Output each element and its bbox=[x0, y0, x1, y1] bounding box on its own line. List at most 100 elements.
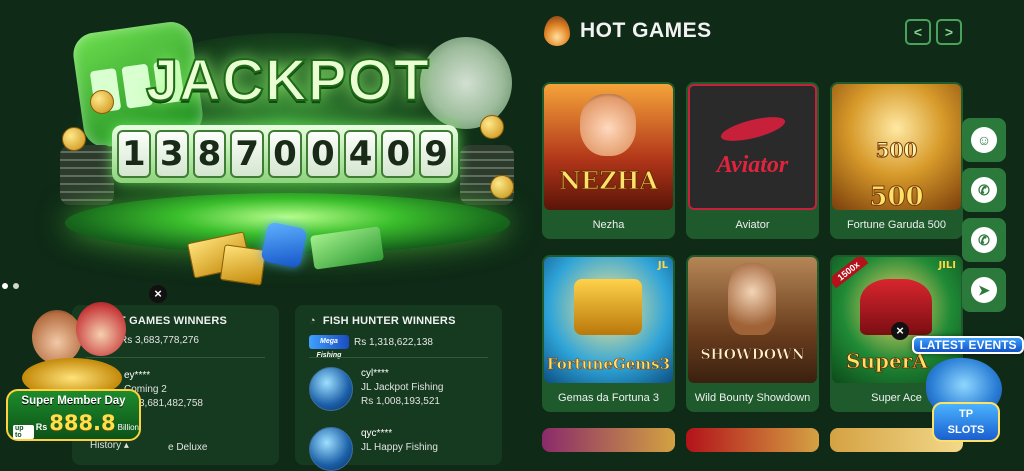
panel-total: Rs 3,683,778,276 bbox=[120, 335, 199, 346]
winner-name: cyl**** bbox=[361, 368, 389, 379]
game-card-fortune-garuda[interactable]: 500 500 Fortune Garuda 500 bbox=[830, 82, 963, 239]
game-card[interactable] bbox=[542, 428, 675, 452]
whatsapp-button[interactable]: ✆ bbox=[962, 218, 1006, 262]
jackpot-digit: 1 bbox=[117, 130, 151, 178]
jackpot-banner[interactable]: JACKPOT 1 3 8 7 0 0 4 0 9 bbox=[50, 15, 520, 286]
dice-icon bbox=[260, 221, 308, 269]
multiplier-badge: 1500x bbox=[832, 257, 869, 289]
game-name: Gemas da Fortuna 3 bbox=[558, 392, 659, 404]
total-amount: Rs 3,683,778,276 bbox=[120, 335, 199, 346]
game-thumbnail: 500 500 bbox=[832, 84, 961, 210]
fish-icon: ◔ bbox=[309, 315, 316, 327]
winner-name: qyc**** bbox=[361, 428, 393, 439]
jackpot-counter: 1 3 8 7 0 0 4 0 9 bbox=[112, 125, 458, 183]
promo-title: Super Member Day bbox=[21, 395, 126, 407]
thumb-title: SHOWDOWN bbox=[700, 347, 805, 364]
winner-game: JL Happy Fishing bbox=[361, 442, 438, 453]
promo-amount-line: up to Rs 888.8 Billion bbox=[13, 411, 139, 439]
support-icon: ☺ bbox=[971, 127, 997, 153]
game-card-wild-bounty[interactable]: SHOWDOWN Wild Bounty Showdown bbox=[686, 255, 819, 412]
history-link[interactable]: History ▴ bbox=[90, 440, 129, 451]
whatsapp-icon: ✆ bbox=[971, 177, 997, 203]
carousel-dot[interactable] bbox=[2, 283, 8, 289]
promo-unit: Billion bbox=[117, 423, 139, 432]
game-name: Fortune Garuda 500 bbox=[846, 219, 947, 231]
promo-currency: Rs bbox=[35, 422, 48, 432]
promo-upto: up to bbox=[13, 425, 34, 439]
tp-slots-logo: TP SLOTS bbox=[932, 402, 1000, 442]
game-thumbnail: Aviator bbox=[688, 84, 817, 210]
thumb-title: FortuneGems3 bbox=[546, 355, 671, 374]
winner-game: JL Jackpot Fishing bbox=[361, 382, 444, 393]
winner-text: cyl**** JL Jackpot Fishing Rs 1,008,193,… bbox=[361, 367, 443, 409]
jackpot-digit: 0 bbox=[381, 130, 416, 178]
super-member-day-badge[interactable]: Super Member Day up to Rs 888.8 Billion bbox=[6, 389, 141, 441]
carousel-prev-button[interactable]: < bbox=[905, 19, 931, 45]
winner-row: qyc**** JL Happy Fishing bbox=[309, 427, 438, 471]
game-thumbnail: NEZHA bbox=[544, 84, 673, 210]
telegram-icon: ➤ bbox=[971, 277, 997, 303]
game-name: Wild Bounty Showdown bbox=[694, 392, 811, 404]
jackpot-digit: 0 bbox=[305, 130, 340, 178]
game-card-aviator[interactable]: Aviator Aviator bbox=[686, 82, 819, 239]
game-name: Nezha bbox=[592, 219, 625, 231]
treasure-chest-icon bbox=[574, 279, 642, 335]
coin-icon bbox=[480, 115, 504, 139]
character-image bbox=[32, 310, 82, 364]
history-label: History bbox=[90, 440, 122, 451]
game-avatar bbox=[309, 367, 353, 411]
winner-row: cyl**** JL Jackpot Fishing Rs 1,008,193,… bbox=[309, 367, 443, 411]
game-card-gemas-da-fortuna[interactable]: JL FortuneGems3 Gemas da Fortuna 3 bbox=[542, 255, 675, 412]
events-close-button[interactable]: × bbox=[891, 322, 909, 340]
winner-text: qyc**** JL Happy Fishing bbox=[361, 427, 438, 455]
panel-title: ◔ FISH HUNTER WINNERS bbox=[309, 315, 456, 327]
game-card[interactable] bbox=[686, 428, 819, 452]
panel-title-text: FISH HUNTER WINNERS bbox=[322, 315, 456, 327]
game-thumbnail: JL FortuneGems3 bbox=[544, 257, 673, 383]
jackpot-title: JACKPOT bbox=[145, 47, 431, 114]
promo-close-button[interactable]: × bbox=[149, 285, 167, 303]
jackpot-digit: 8 bbox=[192, 130, 227, 178]
character-image bbox=[728, 263, 776, 335]
game-name: Aviator bbox=[735, 219, 770, 231]
fire-icon bbox=[544, 16, 570, 46]
coin-icon bbox=[90, 90, 114, 114]
whatsapp-icon: ✆ bbox=[971, 227, 997, 253]
character-image bbox=[76, 302, 126, 356]
promo-amount: 888.8 bbox=[49, 411, 116, 435]
chevron-up-icon: ▴ bbox=[123, 440, 129, 451]
promo-characters[interactable] bbox=[8, 296, 126, 398]
telegram-button[interactable]: ➤ bbox=[962, 268, 1006, 312]
total-amount: Rs 1,318,622,138 bbox=[354, 336, 433, 348]
hot-games-header: HOT GAMES bbox=[544, 16, 712, 46]
provider-badge: JILI bbox=[938, 260, 956, 271]
fish-hunter-winners-panel: ◔ FISH HUNTER WINNERS Mega Fishing Rs 1,3… bbox=[295, 305, 502, 471]
game-avatar bbox=[309, 427, 353, 471]
jackpot-digit: 7 bbox=[230, 130, 265, 178]
coin-icon bbox=[62, 127, 86, 151]
latest-events-badge[interactable]: LATEST EVENTS TP SLOTS bbox=[908, 322, 1024, 447]
thumb-title: NEZHA bbox=[558, 166, 659, 196]
winner-game: e Deluxe bbox=[168, 442, 208, 453]
jackpot-digit: 4 bbox=[343, 130, 378, 178]
carousel-dots bbox=[2, 283, 19, 289]
thumb-subtitle: 500 bbox=[869, 182, 924, 211]
panel-total: Mega Fishing Rs 1,318,622,138 bbox=[309, 335, 433, 359]
thumb-title: 500 bbox=[875, 138, 918, 163]
provider-badge: JL bbox=[657, 260, 668, 271]
carousel-next-button[interactable]: > bbox=[936, 19, 962, 45]
events-title: LATEST EVENTS bbox=[912, 336, 1024, 354]
game-card-nezha[interactable]: NEZHA Nezha bbox=[542, 82, 675, 239]
divider bbox=[309, 357, 488, 358]
support-button[interactable]: ☺ bbox=[962, 118, 1006, 162]
jackpot-digit: 0 bbox=[268, 130, 302, 178]
carousel-dot[interactable] bbox=[13, 283, 19, 289]
brand-line: SLOTS bbox=[947, 424, 985, 436]
whatsapp-button[interactable]: ✆ bbox=[962, 168, 1006, 212]
winner-amount: Rs 1,008,193,521 bbox=[361, 396, 440, 407]
character-image bbox=[580, 94, 636, 156]
jackpot-digit: 9 bbox=[419, 130, 454, 178]
plane-icon bbox=[718, 112, 788, 146]
game-thumbnail: SHOWDOWN bbox=[688, 257, 817, 383]
gold-bar-icon bbox=[219, 244, 267, 286]
